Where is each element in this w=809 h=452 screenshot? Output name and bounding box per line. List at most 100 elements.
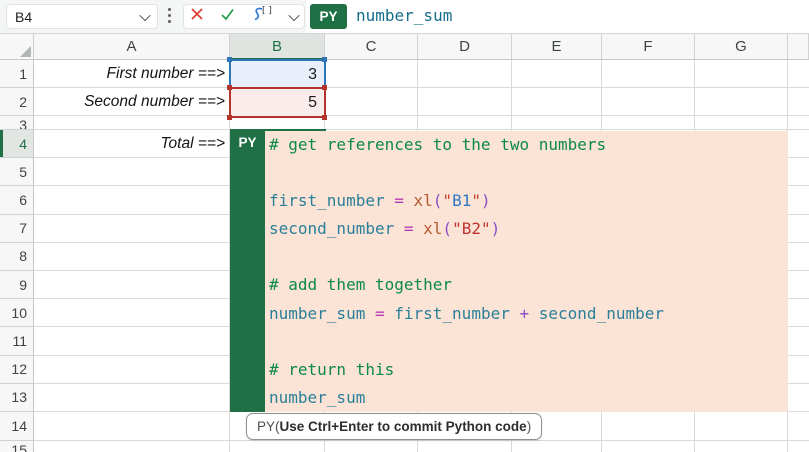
- code-token: B1: [452, 191, 472, 211]
- tooltip-suffix: ): [526, 419, 532, 434]
- row-header-8[interactable]: 8: [0, 243, 33, 271]
- code-line[interactable]: [269, 328, 788, 356]
- insert-function-icon[interactable]: [ ]: [250, 5, 274, 28]
- code-token: # return this: [269, 359, 395, 379]
- code-token: "B2": [452, 219, 491, 239]
- code-line[interactable]: number_sum: [269, 384, 788, 412]
- code-token: ): [490, 219, 501, 239]
- cancel-icon[interactable]: [190, 7, 204, 26]
- code-line[interactable]: second_number = xl("B2"): [269, 215, 788, 243]
- code-token: =: [403, 219, 414, 239]
- code-token: xl: [413, 191, 433, 211]
- row-header-7[interactable]: 7: [0, 215, 33, 243]
- select-all-button[interactable]: [0, 34, 34, 60]
- code-line[interactable]: # return this: [269, 356, 788, 384]
- code-token: +: [519, 303, 530, 323]
- tooltip-prefix: PY(: [257, 419, 280, 434]
- row-header-12[interactable]: 12: [0, 356, 33, 384]
- code-line[interactable]: [269, 159, 788, 187]
- cell-reference: B4: [15, 8, 33, 25]
- column-header-E[interactable]: E: [512, 34, 602, 60]
- range-handle[interactable]: [322, 115, 327, 120]
- code-token: ": [442, 191, 453, 211]
- code-token: =: [374, 303, 385, 323]
- python-code-area[interactable]: # get references to the two numbers first…: [265, 131, 788, 412]
- active-cell-border: [230, 129, 326, 131]
- cell-a4-label[interactable]: Total ==>: [34, 130, 230, 158]
- formula-bar-actions: [ ]: [183, 4, 305, 29]
- column-header-A[interactable]: A: [34, 34, 230, 60]
- row-header-2[interactable]: 2: [0, 88, 33, 116]
- excel-window: B4 [ ] PY number_sum ABCDEFG 1234567 8 9…: [0, 0, 809, 452]
- code-token: ): [480, 191, 491, 211]
- chevron-down-icon[interactable]: [288, 9, 300, 21]
- code-token: # add them together: [269, 275, 453, 295]
- range-handle[interactable]: [322, 85, 327, 90]
- selected-row-accent: [0, 130, 3, 158]
- column-header-G[interactable]: G: [695, 34, 788, 60]
- cell-a2-label[interactable]: Second number ==>: [34, 88, 230, 116]
- row-header-13[interactable]: 13: [0, 384, 33, 412]
- row-header-14[interactable]: 14: [0, 412, 33, 441]
- row-header-4[interactable]: 4: [0, 130, 33, 159]
- python-formula-badge: PY: [310, 4, 347, 29]
- code-token: number_sum: [269, 303, 366, 323]
- row-header-5[interactable]: 5: [0, 158, 33, 187]
- row-header-3[interactable]: 3: [0, 116, 33, 130]
- cell-b1-highlighted[interactable]: 3: [229, 59, 326, 89]
- gridline: [34, 440, 809, 441]
- code-token: number_sum: [269, 387, 366, 407]
- code-token: # get references to the two numbers: [269, 135, 607, 154]
- python-badge: PY: [230, 131, 265, 412]
- code-token: (: [442, 219, 453, 239]
- code-line[interactable]: first_number = xl("B1"): [269, 187, 788, 215]
- range-handle[interactable]: [227, 85, 232, 90]
- row-header-15[interactable]: 15: [0, 441, 33, 452]
- code-line[interactable]: # add them together: [269, 271, 788, 299]
- cell-a1-label[interactable]: First number ==>: [34, 60, 230, 88]
- column-header-partial[interactable]: [788, 34, 809, 60]
- svg-text:[ ]: [ ]: [262, 6, 272, 16]
- row-header-6[interactable]: 6: [0, 186, 33, 215]
- name-box[interactable]: B4: [6, 4, 158, 29]
- code-line[interactable]: [269, 243, 788, 271]
- python-cell-editor[interactable]: PY # get references to the two numbers fi…: [230, 131, 788, 412]
- code-token: ": [471, 191, 481, 211]
- row-header-9[interactable]: 9: [0, 271, 33, 300]
- column-header-C[interactable]: C: [325, 34, 418, 60]
- code-line[interactable]: number_sum = first_number + second_numbe…: [269, 300, 788, 328]
- formula-input[interactable]: number_sum: [356, 6, 452, 25]
- code-token: (: [432, 191, 443, 211]
- code-token: first_number: [269, 191, 385, 211]
- row-header-11[interactable]: 11: [0, 327, 33, 356]
- column-headers: ABCDEFG: [0, 34, 809, 60]
- row-headers: 1 2 3 4 5 6 7 8 9 10 11 12 13 14 15: [0, 60, 34, 452]
- column-header-B[interactable]: B: [230, 34, 325, 60]
- code-token: first_number: [394, 303, 510, 323]
- kebab-menu-icon[interactable]: [168, 8, 171, 23]
- code-token: second_number: [269, 219, 395, 239]
- select-all-icon: [20, 46, 31, 57]
- commit-tooltip: PY(Use Ctrl+Enter to commit Python code): [246, 413, 543, 440]
- column-header-F[interactable]: F: [602, 34, 695, 60]
- cell-b2-highlighted[interactable]: 5: [229, 87, 326, 118]
- range-handle[interactable]: [227, 115, 232, 120]
- range-handle[interactable]: [322, 57, 327, 62]
- code-token: =: [394, 191, 404, 211]
- range-handle[interactable]: [227, 57, 232, 62]
- code-token: second_number: [538, 303, 664, 323]
- code-line[interactable]: # get references to the two numbers: [269, 131, 788, 159]
- chevron-down-icon[interactable]: [139, 9, 151, 21]
- confirm-icon[interactable]: [220, 7, 235, 26]
- formula-bar: B4 [ ] PY number_sum: [0, 0, 809, 34]
- row-header-10[interactable]: 10: [0, 299, 33, 328]
- row-header-1[interactable]: 1: [0, 60, 33, 88]
- column-header-D[interactable]: D: [418, 34, 512, 60]
- tooltip-hint: Use Ctrl+Enter to commit Python code: [279, 419, 527, 434]
